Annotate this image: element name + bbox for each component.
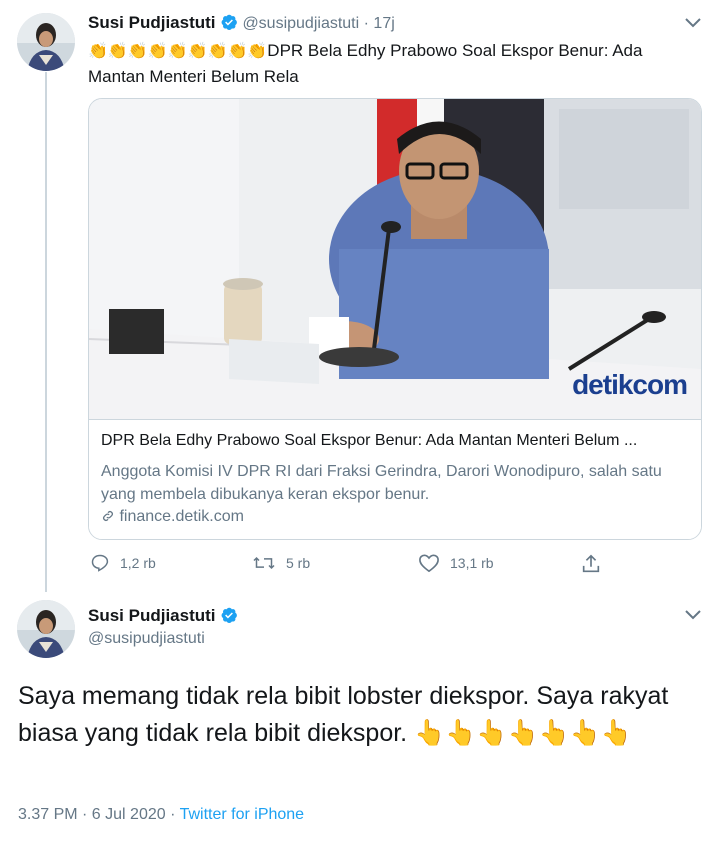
timestamp[interactable]: 3.37 PM · 6 Jul 2020 · [18, 806, 180, 823]
like-count: 13,1 rb [450, 555, 494, 571]
tweet-text-line2: Mantan Menteri Belum Rela [88, 67, 299, 86]
handle[interactable]: @susipudjiastuti [242, 15, 359, 32]
thread-line [45, 72, 47, 592]
display-name[interactable]: Susi Pudjiastuti [88, 606, 216, 625]
verified-badge-icon [220, 13, 238, 31]
reply-button[interactable]: 1,2 rb [90, 553, 156, 573]
chevron-down-icon[interactable] [683, 16, 703, 30]
reply-icon [91, 554, 109, 572]
card-body: DPR Bela Edhy Prabowo Soal Ekspor Benur:… [89, 419, 701, 539]
display-name[interactable]: Susi Pudjiastuti [88, 13, 216, 32]
link-card[interactable]: detikcom DPR Bela Edhy Prabowo Soal Eksp… [88, 98, 702, 540]
share-icon [582, 554, 600, 573]
chevron-down-icon[interactable] [683, 608, 703, 622]
avatar[interactable] [17, 600, 75, 658]
card-domain-text: finance.detik.com [119, 508, 244, 525]
tweet-header: Susi Pudjiastuti @susipudjiastuti · 17j [88, 13, 395, 33]
tweet-text: Saya memang tidak rela bibit lobster die… [18, 682, 669, 747]
retweet-count: 5 rb [286, 555, 311, 571]
handle[interactable]: @susipudjiastuti [88, 630, 205, 648]
share-button[interactable] [580, 553, 612, 575]
emoji-clap: 👏👏👏👏👏👏👏👏👏 [88, 43, 268, 60]
retweet-icon [253, 556, 275, 570]
tweet-meta: 3.37 PM · 6 Jul 2020 · Twitter for iPhon… [18, 806, 304, 824]
tweet-time[interactable]: 17j [373, 15, 394, 32]
like-button[interactable]: 13,1 rb [418, 553, 494, 573]
verified-badge-icon [220, 606, 238, 624]
retweet-button[interactable]: 5 rb [252, 553, 310, 573]
card-description: Anggota Komisi IV DPR RI dari Fraksi Ger… [101, 463, 662, 503]
watermark-detikcom: detikcom [572, 369, 688, 400]
card-domain: finance.detik.com [101, 508, 244, 526]
avatar[interactable] [17, 13, 75, 71]
tweet-text: 👏👏👏👏👏👏👏👏👏DPR Bela Edhy Prabowo Soal Eksp… [88, 38, 708, 89]
card-image: detikcom [89, 99, 701, 419]
link-icon [101, 508, 119, 525]
tweet-text-line1: DPR Bela Edhy Prabowo Soal Ekspor Benur:… [267, 41, 643, 60]
reply-count: 1,2 rb [120, 555, 156, 571]
card-title: DPR Bela Edhy Prabowo Soal Ekspor Benur:… [101, 432, 638, 449]
separator: · [363, 15, 369, 32]
tweet-header: Susi Pudjiastuti [88, 606, 238, 626]
source-link[interactable]: Twitter for iPhone [180, 806, 305, 823]
like-icon [419, 554, 439, 573]
